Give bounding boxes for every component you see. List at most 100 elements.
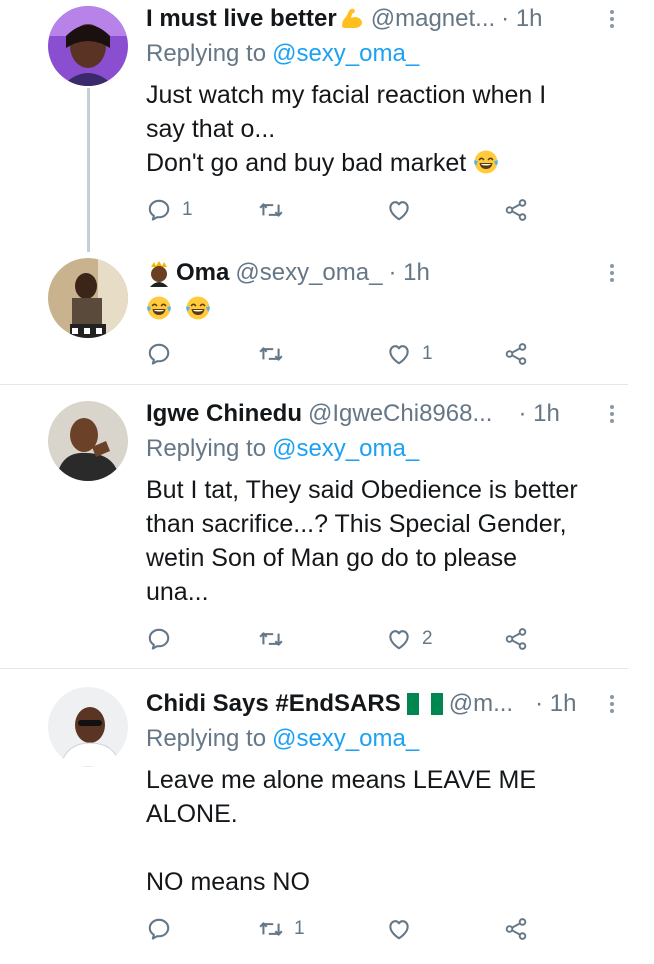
tweet-text-line: ALONE. bbox=[146, 800, 238, 828]
user-handle[interactable]: @sexy_oma_ bbox=[235, 259, 382, 287]
like-count: 2 bbox=[422, 628, 433, 649]
timestamp[interactable]: · 1h bbox=[535, 690, 576, 718]
display-name[interactable]: I must live better bbox=[146, 5, 337, 33]
like-button[interactable]: 1 bbox=[386, 339, 433, 369]
tweet-header: Chidi Says #EndSARS @m... · 1h bbox=[146, 687, 624, 721]
thread-line bbox=[87, 88, 90, 252]
princess-icon bbox=[150, 261, 168, 287]
face-with-tears-of-joy-icon bbox=[185, 295, 211, 321]
tweet-text-line: Leave me alone means LEAVE ME bbox=[146, 766, 537, 794]
replying-to: Replying to @sexy_oma_ bbox=[146, 725, 419, 753]
mention-link[interactable]: @sexy_oma_ bbox=[272, 435, 419, 462]
display-name[interactable]: Chidi Says #EndSARS bbox=[146, 690, 401, 718]
tweet-text-line: Just watch my facial reaction when I bbox=[146, 81, 547, 109]
share-icon bbox=[503, 197, 529, 223]
retweet-button[interactable] bbox=[258, 624, 294, 654]
share-button[interactable] bbox=[503, 339, 529, 369]
replying-to-label: Replying to bbox=[146, 435, 267, 462]
tweet-header: Oma @sexy_oma_ · 1h bbox=[146, 256, 624, 290]
user-handle[interactable]: @IgweChi8968... bbox=[308, 400, 492, 428]
like-button[interactable]: 2 bbox=[386, 624, 433, 654]
tweet-text-line: Don't go and buy bad market bbox=[146, 146, 616, 180]
mention-link[interactable]: @sexy_oma_ bbox=[272, 725, 419, 752]
tweet-3[interactable]: Igwe Chinedu @IgweChi8968... · 1h Replyi… bbox=[0, 385, 654, 668]
share-button[interactable] bbox=[503, 195, 529, 225]
replying-to: Replying to @sexy_oma_ bbox=[146, 435, 419, 463]
retweet-icon bbox=[258, 626, 284, 652]
replying-to-label: Replying to bbox=[146, 725, 267, 752]
retweet-count: 1 bbox=[294, 918, 305, 939]
heart-icon bbox=[386, 341, 412, 367]
tweet-header: I must live better @magnet... · 1h bbox=[146, 2, 624, 36]
retweet-icon bbox=[258, 916, 284, 942]
avatar[interactable] bbox=[48, 258, 128, 338]
tweet-4[interactable]: Chidi Says #EndSARS @m... · 1h Replying … bbox=[0, 669, 654, 964]
tweet-text-line: wetin Son of Man go do to please bbox=[146, 544, 518, 572]
reply-button[interactable] bbox=[146, 624, 182, 654]
share-button[interactable] bbox=[503, 624, 529, 654]
timestamp[interactable]: · 1h bbox=[518, 400, 559, 428]
user-handle[interactable]: @m... bbox=[449, 690, 513, 718]
share-button[interactable] bbox=[503, 914, 529, 944]
timestamp[interactable]: · 1h bbox=[501, 5, 542, 33]
mention-link[interactable]: @sexy_oma_ bbox=[272, 40, 419, 67]
more-options-icon[interactable] bbox=[600, 256, 624, 290]
tweet-text: Leave me alone means LEAVE ME ALONE. NO … bbox=[146, 763, 616, 899]
face-with-tears-of-joy-icon bbox=[146, 295, 172, 321]
share-icon bbox=[503, 626, 529, 652]
tweet-2[interactable]: Oma @sexy_oma_ · 1h 1 bbox=[0, 250, 654, 384]
more-options-icon[interactable] bbox=[600, 687, 624, 721]
reply-button[interactable] bbox=[146, 914, 182, 944]
tweet-actions: 1 bbox=[146, 195, 546, 225]
like-count: 1 bbox=[422, 343, 433, 364]
more-options-icon[interactable] bbox=[600, 2, 624, 36]
tweet-text: But I tat, They said Obedience is better… bbox=[146, 473, 626, 609]
display-name[interactable]: Igwe Chinedu bbox=[146, 400, 302, 428]
tweet-actions: 2 bbox=[146, 624, 546, 654]
like-button[interactable] bbox=[386, 195, 422, 225]
tweet-text-line bbox=[146, 292, 616, 326]
nigeria-flag-icon bbox=[406, 693, 443, 715]
avatar[interactable] bbox=[48, 687, 128, 767]
replying-to: Replying to @sexy_oma_ bbox=[146, 40, 419, 68]
replying-to-label: Replying to bbox=[146, 40, 267, 67]
tweet-actions: 1 bbox=[146, 339, 546, 369]
tweet-1[interactable]: I must live better @magnet... · 1h Reply… bbox=[0, 0, 654, 252]
avatar[interactable] bbox=[48, 6, 128, 86]
tweet-text-line bbox=[146, 831, 616, 865]
reply-icon bbox=[146, 916, 172, 942]
tweet-text: Just watch my facial reaction when I say… bbox=[146, 78, 616, 180]
tweet-text bbox=[146, 292, 616, 326]
tweet-header: Igwe Chinedu @IgweChi8968... · 1h bbox=[146, 397, 624, 431]
heart-icon bbox=[386, 626, 412, 652]
tweet-text-line: NO means NO bbox=[146, 868, 310, 896]
heart-icon bbox=[386, 916, 412, 942]
retweet-icon bbox=[258, 341, 284, 367]
timestamp[interactable]: · 1h bbox=[388, 259, 429, 287]
reply-button[interactable] bbox=[146, 339, 182, 369]
display-name[interactable]: Oma bbox=[176, 259, 229, 287]
reply-button[interactable]: 1 bbox=[146, 195, 193, 225]
tweet-actions: 1 bbox=[146, 914, 546, 944]
tweet-text-line: But I tat, They said Obedience is better bbox=[146, 476, 578, 504]
reply-icon bbox=[146, 341, 172, 367]
reply-icon bbox=[146, 197, 172, 223]
face-with-tears-of-joy-icon bbox=[473, 149, 499, 175]
share-icon bbox=[503, 916, 529, 942]
avatar[interactable] bbox=[48, 401, 128, 481]
flexed-biceps-icon bbox=[341, 8, 362, 28]
tweet-text-line: than sacrifice...? This Special Gender, bbox=[146, 510, 567, 538]
user-handle[interactable]: @magnet... bbox=[371, 5, 495, 33]
retweet-button[interactable] bbox=[258, 339, 294, 369]
reply-count: 1 bbox=[182, 199, 193, 220]
retweet-button[interactable] bbox=[258, 195, 294, 225]
retweet-button[interactable]: 1 bbox=[258, 914, 305, 944]
share-icon bbox=[503, 341, 529, 367]
like-button[interactable] bbox=[386, 914, 422, 944]
reply-icon bbox=[146, 626, 172, 652]
retweet-icon bbox=[258, 197, 284, 223]
tweet-text-line: una... bbox=[146, 578, 209, 606]
tweet-text-line: say that o... bbox=[146, 115, 276, 143]
more-options-icon[interactable] bbox=[600, 397, 624, 431]
heart-icon bbox=[386, 197, 412, 223]
